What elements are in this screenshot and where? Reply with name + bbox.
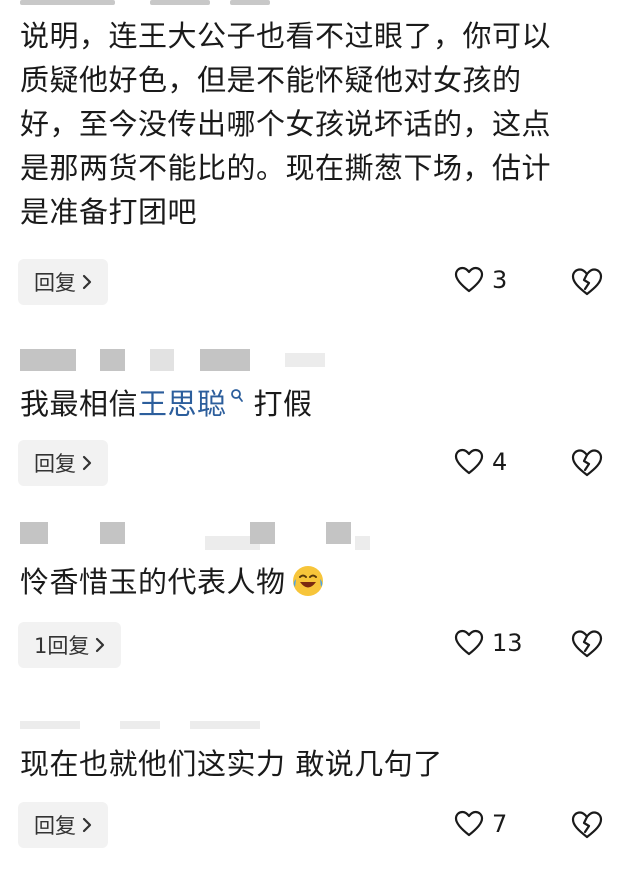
- like-button[interactable]: 4: [454, 448, 507, 476]
- comment-text: 怜香惜玉的代表人物: [20, 560, 620, 604]
- reply-label: 回复: [34, 452, 76, 476]
- broken-heart-icon: [571, 449, 603, 477]
- reply-label: 回复: [34, 814, 76, 838]
- broken-heart-icon: [571, 268, 603, 296]
- reply-button[interactable]: 回复: [18, 259, 108, 305]
- comment-text-line: 好，至今没传出哪个女孩说坏话的，这点: [20, 107, 552, 141]
- laughing-crying-emoji: [292, 566, 323, 596]
- reply-button[interactable]: 回复: [18, 440, 108, 486]
- blurred-username: [20, 522, 620, 550]
- chevron-right-icon: [82, 817, 92, 833]
- like-count: 13: [492, 629, 523, 657]
- like-count: 4: [492, 448, 508, 476]
- heart-outline-icon: [454, 810, 484, 837]
- reply-label: 1回复: [34, 634, 90, 658]
- like-count: 7: [492, 810, 508, 838]
- like-button[interactable]: 7: [454, 810, 507, 838]
- comment-text-line: 是那两货不能比的。现在撕葱下场，估计: [20, 151, 552, 185]
- blurred-username: [20, 713, 620, 737]
- comment-text-part: 现在也就他们这实力 敢说几句了: [20, 747, 443, 781]
- comment-text: 我最相信王思聪 打假: [20, 382, 620, 426]
- chevron-right-icon: [96, 637, 105, 653]
- like-count: 3: [492, 266, 508, 294]
- user-mention-link[interactable]: 王思聪: [138, 387, 227, 421]
- reply-button[interactable]: 回复: [18, 802, 108, 848]
- comment-text-line: 质疑他好色，但是不能怀疑他对女孩的: [20, 63, 522, 97]
- comment-text-part: 我最相信: [20, 387, 139, 421]
- broken-heart-icon: [571, 630, 603, 658]
- heart-outline-icon: [454, 266, 484, 293]
- comment-text: 说明，连王大公子也看不过眼了，你可以 质疑他好色，但是不能怀疑他对女孩的 好，至…: [20, 14, 620, 234]
- broken-heart-icon: [571, 811, 603, 839]
- search-icon: [230, 389, 243, 402]
- dislike-button[interactable]: [570, 810, 604, 840]
- comment-text-part: 打假: [253, 387, 313, 421]
- reply-button[interactable]: 1回复: [18, 622, 122, 668]
- comment-text: 现在也就他们这实力 敢说几句了: [20, 742, 620, 786]
- like-button[interactable]: 3: [454, 266, 507, 294]
- dislike-button[interactable]: [570, 448, 604, 478]
- chevron-right-icon: [82, 455, 92, 471]
- comment-text-line: 说明，连王大公子也看不过眼了，你可以: [20, 19, 552, 53]
- comment-text-line: 是准备打团吧: [20, 195, 198, 229]
- reply-label: 回复: [34, 271, 76, 295]
- comment-text-part: 怜香惜玉的代表人物: [20, 565, 286, 599]
- blurred-username: [20, 349, 620, 373]
- chevron-right-icon: [82, 274, 92, 290]
- heart-outline-icon: [454, 448, 484, 475]
- dislike-button[interactable]: [570, 267, 604, 297]
- heart-outline-icon: [454, 629, 484, 656]
- like-button[interactable]: 13: [454, 629, 523, 657]
- top-blurred-username-strip: [0, 0, 640, 8]
- dislike-button[interactable]: [570, 629, 604, 659]
